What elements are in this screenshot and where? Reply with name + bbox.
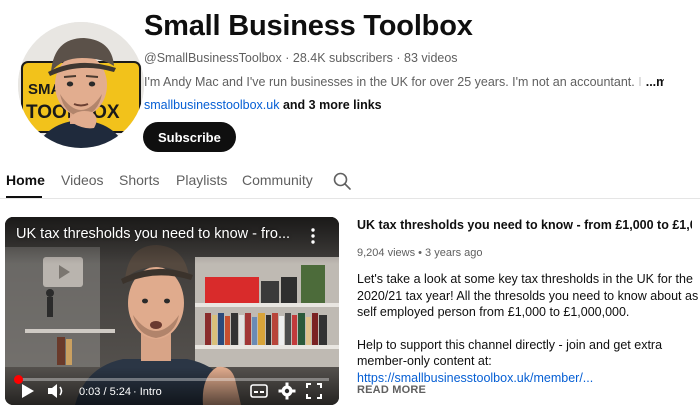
volume-icon[interactable] bbox=[47, 383, 67, 399]
tab-community[interactable]: Community bbox=[242, 172, 313, 188]
video-player[interactable]: UK tax thresholds you need to know - fro… bbox=[5, 217, 339, 405]
meta-separator: · bbox=[281, 51, 293, 65]
player-video-title[interactable]: UK tax thresholds you need to know - fro… bbox=[16, 226, 296, 242]
read-more-button[interactable]: READ MORE bbox=[357, 384, 426, 396]
description-line: member-only content at: bbox=[357, 354, 492, 368]
fullscreen-icon[interactable] bbox=[306, 383, 322, 399]
search-icon[interactable] bbox=[332, 171, 352, 191]
channel-meta: @SmallBusinessToolbox · 28.4K subscriber… bbox=[144, 51, 458, 65]
tab-playlists[interactable]: Playlists bbox=[176, 172, 227, 188]
channel-description-text: I'm Andy Mac and I've run businesses in … bbox=[144, 75, 639, 89]
tab-shorts[interactable]: Shorts bbox=[119, 172, 159, 188]
featured-video-title[interactable]: UK tax thresholds you need to know - fro… bbox=[357, 218, 692, 232]
subtitles-icon[interactable] bbox=[250, 383, 268, 399]
more-links-button[interactable]: and 3 more links bbox=[280, 98, 382, 112]
tab-home[interactable]: Home bbox=[6, 172, 45, 188]
featured-video-meta: 9,204 views • 3 years ago bbox=[357, 247, 483, 259]
chapter-label[interactable]: · Intro bbox=[133, 386, 162, 398]
active-tab-indicator bbox=[6, 196, 42, 198]
video-frame bbox=[5, 217, 339, 405]
channel-avatar-image: SMALL TOOLBOX bbox=[18, 22, 144, 148]
description-more-button[interactable]: ...more bbox=[646, 75, 664, 89]
meta-separator: · bbox=[392, 51, 405, 65]
description-line: 2020/21 tax year! All the thresolds you … bbox=[357, 288, 700, 303]
channel-website-link[interactable]: smallbusinesstoolbox.uk bbox=[144, 98, 280, 112]
play-icon[interactable] bbox=[21, 383, 35, 399]
featured-video-description: Let's take a look at some key tax thresh… bbox=[357, 271, 700, 386]
channel-title: Small Business Toolbox bbox=[144, 10, 473, 42]
channel-description-fade: I bbox=[638, 75, 642, 89]
description-line: Let's take a look at some key tax thresh… bbox=[357, 272, 693, 286]
channel-tabs: Home Videos Shorts Playlists Community bbox=[0, 168, 700, 199]
description-line: Help to support this channel directly - … bbox=[357, 337, 663, 352]
progress-bar[interactable] bbox=[13, 375, 329, 384]
time-display: 0:03 / 5:24 bbox=[79, 386, 131, 398]
tab-videos[interactable]: Videos bbox=[61, 172, 104, 188]
channel-avatar[interactable]: SMALL TOOLBOX bbox=[18, 22, 144, 148]
description-line: self employed person from £1,000 to £1,0… bbox=[357, 305, 630, 319]
video-count: 83 videos bbox=[404, 51, 458, 65]
subscribe-button[interactable]: Subscribe bbox=[143, 122, 236, 152]
channel-links: smallbusinesstoolbox.uk and 3 more links bbox=[144, 98, 382, 112]
gear-icon[interactable] bbox=[278, 382, 296, 400]
more-vert-icon[interactable] bbox=[307, 227, 319, 245]
subscriber-count: 28.4K subscribers bbox=[292, 51, 393, 65]
channel-description[interactable]: I'm Andy Mac and I've run businesses in … bbox=[144, 75, 664, 89]
channel-handle: @SmallBusinessToolbox bbox=[144, 51, 282, 65]
member-link[interactable]: https://smallbusinesstoolbox.uk/member/.… bbox=[357, 371, 593, 385]
